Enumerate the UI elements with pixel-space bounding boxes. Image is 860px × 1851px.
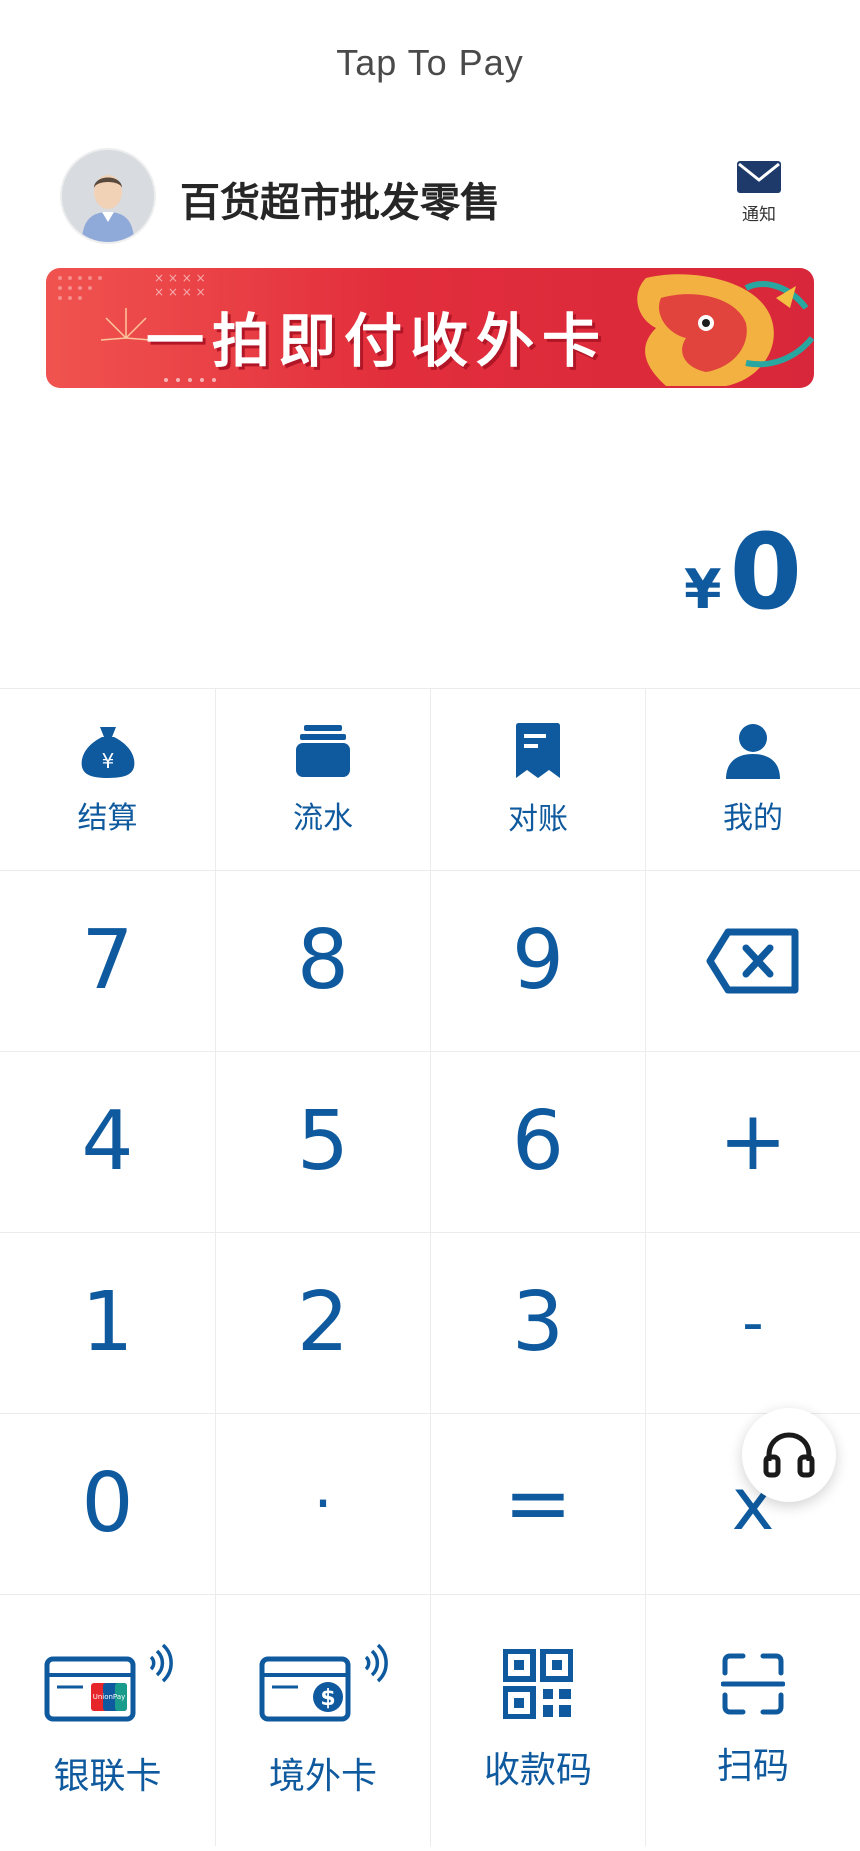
decimal-key[interactable]: ·	[215, 1413, 430, 1594]
reconcile-button[interactable]: 对账	[430, 688, 645, 870]
receive-qr-button[interactable]: 收款码	[430, 1594, 645, 1846]
foreign-card-button[interactable]: $ 境外卡	[215, 1594, 430, 1846]
key-0-label: 0	[81, 1456, 134, 1551]
avatar[interactable]	[62, 150, 154, 242]
key-6[interactable]: 6	[430, 1051, 645, 1232]
backspace-icon	[706, 928, 799, 994]
unionpay-card-button[interactable]: UnionPay 银联卡	[0, 1594, 215, 1846]
svg-text:¥: ¥	[101, 749, 114, 773]
headset-icon	[763, 1432, 815, 1478]
key-7[interactable]: 7	[0, 870, 215, 1051]
receive-qr-label: 收款码	[483, 1749, 592, 1791]
key-1[interactable]: 1	[0, 1232, 215, 1413]
key-8[interactable]: 8	[215, 870, 430, 1051]
receipt-icon	[516, 722, 560, 778]
money-bag-icon: ¥	[81, 726, 134, 778]
envelope-icon	[737, 161, 781, 193]
unionpay-card-label: 银联卡	[53, 1755, 162, 1797]
function-row: ¥ 结算 流水 对账 我的	[0, 688, 860, 870]
promo-banner[interactable]: × × × × × × × × 一拍即付收外卡	[46, 268, 814, 388]
keypad-row-4: 0 · = x	[0, 1413, 860, 1594]
plus-key[interactable]: +	[645, 1051, 860, 1232]
equals-key-label: =	[503, 1456, 573, 1551]
amount-value: 0	[729, 511, 802, 633]
svg-text:$: $	[320, 1686, 335, 1711]
transactions-button[interactable]: 流水	[215, 688, 430, 870]
svg-text:UnionPay: UnionPay	[92, 1693, 125, 1701]
qr-code-icon	[503, 1648, 573, 1719]
foreign-card-icon: $	[259, 1643, 388, 1721]
customer-service-button[interactable]	[742, 1408, 836, 1502]
key-2[interactable]: 2	[215, 1232, 430, 1413]
profile-button[interactable]: 我的	[645, 688, 860, 870]
key-4[interactable]: 4	[0, 1051, 215, 1232]
profile-label: 我的	[723, 800, 783, 836]
unionpay-card-icon: UnionPay	[44, 1643, 173, 1721]
keypad-row-1: 7 8 9	[0, 870, 860, 1051]
page-title: Tap To Pay	[336, 42, 524, 83]
banner-text: 一拍即付收外卡	[146, 307, 609, 375]
person-icon	[726, 723, 780, 779]
key-5-label: 5	[296, 1094, 350, 1189]
key-1-label: 1	[81, 1275, 134, 1370]
key-5[interactable]: 5	[215, 1051, 430, 1232]
plus-key-label: +	[718, 1094, 788, 1189]
amount-display: ¥ 0	[684, 520, 802, 624]
key-9[interactable]: 9	[430, 870, 645, 1051]
equals-key[interactable]: =	[430, 1413, 645, 1594]
key-0[interactable]: 0	[0, 1413, 215, 1594]
key-8-label: 8	[296, 913, 350, 1008]
key-2-label: 2	[296, 1275, 350, 1370]
svg-text:× × × ×: × × × ×	[154, 271, 206, 285]
reconcile-label: 对账	[508, 801, 568, 837]
key-6-label: 6	[511, 1094, 565, 1189]
keypad-row-3: 1 2 3 -	[0, 1232, 860, 1413]
key-7-label: 7	[81, 913, 134, 1008]
keypad-grid: ¥ 结算 流水 对账 我的 7 8 9 4 5 6 + 1 2 3 - 0 · …	[0, 688, 860, 1846]
key-9-label: 9	[511, 913, 565, 1008]
stack-icon	[296, 724, 350, 777]
key-3[interactable]: 3	[430, 1232, 645, 1413]
transactions-label: 流水	[293, 800, 353, 836]
currency-symbol: ¥	[684, 558, 722, 621]
merchant-name: 百货超市批发零售	[180, 180, 500, 226]
minus-key-label: -	[742, 1288, 764, 1358]
scan-icon	[721, 1653, 785, 1714]
checkout-button[interactable]: ¥ 结算	[0, 688, 215, 870]
backspace-key[interactable]	[645, 870, 860, 1051]
key-3-label: 3	[511, 1275, 565, 1370]
scan-button[interactable]: 扫码	[645, 1594, 860, 1846]
scan-label: 扫码	[716, 1745, 789, 1787]
notification-label: 通知	[742, 205, 776, 225]
checkout-label: 结算	[77, 800, 138, 836]
minus-key[interactable]: -	[645, 1232, 860, 1413]
payment-methods-row: UnionPay 银联卡 $ 境外卡 收款码 扫码	[0, 1594, 860, 1846]
avatar-image	[62, 150, 154, 242]
notification-button[interactable]: 通知	[728, 160, 790, 225]
key-4-label: 4	[81, 1094, 134, 1189]
foreign-card-label: 境外卡	[268, 1755, 377, 1797]
decimal-key-label: ·	[313, 1469, 333, 1539]
keypad-row-2: 4 5 6 +	[0, 1051, 860, 1232]
